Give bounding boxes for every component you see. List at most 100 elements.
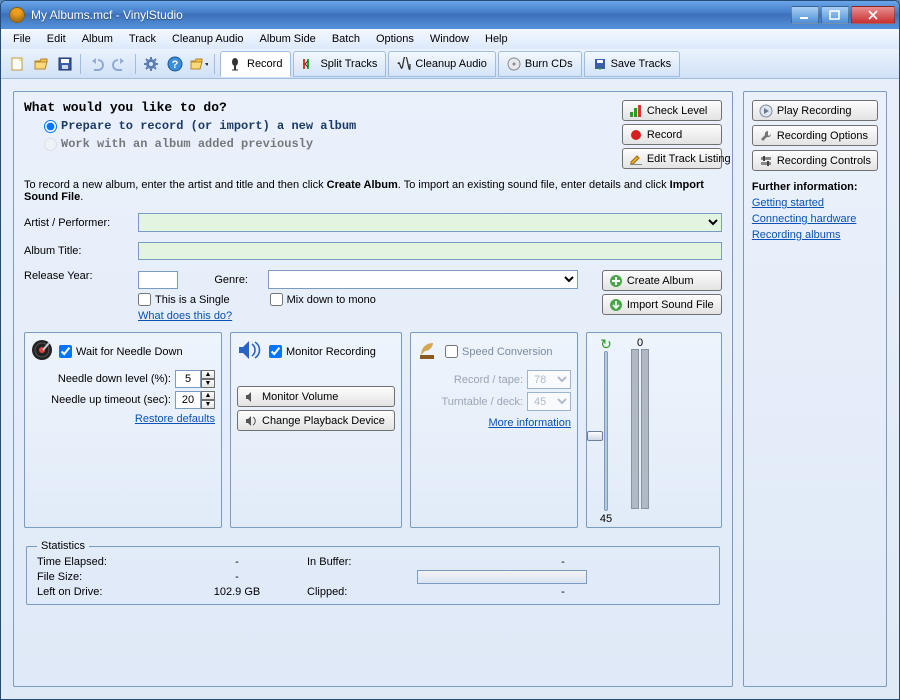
release-year-input[interactable]	[138, 271, 178, 289]
settings-icon[interactable]	[141, 54, 161, 74]
monitor-recording-row[interactable]: Monitor Recording	[269, 345, 376, 358]
in-buffer-label: In Buffer:	[307, 556, 417, 568]
genre-select[interactable]	[268, 270, 578, 289]
menu-help[interactable]: Help	[477, 31, 516, 47]
gramophone-icon	[417, 339, 439, 364]
connecting-hardware-link[interactable]: Connecting hardware	[752, 213, 878, 225]
volume-icon	[244, 390, 258, 404]
menu-window[interactable]: Window	[422, 31, 477, 47]
release-year-label: Release Year:	[24, 270, 134, 282]
speed-conversion-checkbox[interactable]	[445, 345, 458, 358]
artist-input[interactable]	[138, 213, 722, 232]
folder-dropdown-icon[interactable]	[189, 54, 209, 74]
needle-down-spinner[interactable]: ▲▼	[175, 370, 215, 388]
wrench-icon	[759, 129, 773, 143]
needle-up-spinner[interactable]: ▲▼	[175, 391, 215, 409]
recording-albums-link[interactable]: Recording albums	[752, 229, 878, 241]
save-icon[interactable]	[55, 54, 75, 74]
needle-down-label: Needle down level (%):	[58, 373, 171, 385]
new-icon[interactable]	[7, 54, 27, 74]
speed-conversion-row[interactable]: Speed Conversion	[445, 345, 553, 358]
left-on-drive-label: Left on Drive:	[37, 586, 167, 598]
tab-burn-cds[interactable]: Burn CDs	[498, 51, 582, 77]
statistics-panel: Statistics Time Elapsed: - In Buffer: - …	[26, 540, 720, 605]
menu-track[interactable]: Track	[121, 31, 164, 47]
menu-edit[interactable]: Edit	[39, 31, 74, 47]
turntable-deck-label: Turntable / deck:	[441, 396, 523, 408]
check-level-button[interactable]: Check Level	[622, 100, 722, 121]
menu-cleanup-audio[interactable]: Cleanup Audio	[164, 31, 252, 47]
genre-label: Genre:	[198, 274, 248, 286]
split-icon	[302, 57, 316, 71]
buffer-meter	[417, 570, 587, 584]
play-recording-button[interactable]: Play Recording	[752, 100, 878, 121]
radio-prepare-label: Prepare to record (or import) a new albu…	[61, 119, 356, 133]
mono-checkbox[interactable]	[270, 293, 283, 306]
menu-file[interactable]: File	[5, 31, 39, 47]
open-icon[interactable]	[31, 54, 51, 74]
level-slider[interactable]	[591, 351, 621, 511]
tab-split-tracks[interactable]: Split Tracks	[293, 51, 386, 77]
microphone-icon	[229, 57, 243, 71]
wait-needle-checkbox[interactable]	[59, 345, 72, 358]
record-tape-select: 78	[527, 370, 571, 389]
redo-icon[interactable]	[110, 54, 130, 74]
further-information-heading: Further information:	[752, 181, 858, 193]
help-icon[interactable]: ?	[165, 54, 185, 74]
undo-icon[interactable]	[86, 54, 106, 74]
tab-save-tracks[interactable]: Save Tracks	[584, 51, 681, 77]
radio-work-label: Work with an album added previously	[61, 137, 313, 151]
what-does-this-do-link[interactable]: What does this do?	[138, 310, 590, 322]
radio-prepare-new[interactable]	[44, 120, 57, 133]
import-sound-file-button[interactable]: Import Sound File	[602, 294, 722, 315]
instructions: To record a new album, enter the artist …	[24, 179, 722, 203]
album-title-label: Album Title:	[24, 245, 134, 257]
left-on-drive-value: 102.9 GB	[167, 586, 307, 598]
menu-options[interactable]: Options	[368, 31, 422, 47]
reset-icon[interactable]: ↻	[600, 337, 612, 351]
monitor-volume-button[interactable]: Monitor Volume	[237, 386, 395, 407]
needle-up-label: Needle up timeout (sec):	[51, 394, 171, 406]
tab-record[interactable]: Record	[220, 51, 291, 77]
side-panel: Play Recording Recording Options Recordi…	[743, 91, 887, 687]
restore-defaults-link[interactable]: Restore defaults	[135, 413, 215, 425]
recording-controls-button[interactable]: Recording Controls	[752, 150, 878, 171]
menu-batch[interactable]: Batch	[324, 31, 368, 47]
tab-cleanup-audio[interactable]: Cleanup Audio	[388, 51, 496, 77]
level-meters	[625, 349, 655, 509]
maximize-button[interactable]	[821, 6, 849, 24]
file-size-label: File Size:	[37, 571, 167, 583]
heading: What would you like to do?	[24, 100, 616, 115]
record-icon	[629, 128, 643, 142]
slider-bottom-label: 45	[600, 513, 612, 525]
more-information-link[interactable]: More information	[488, 417, 571, 429]
record-tape-label: Record / tape:	[454, 374, 523, 386]
turntable-deck-select: 45	[527, 392, 571, 411]
needle-panel: Wait for Needle Down Needle down level (…	[24, 332, 222, 528]
main-panel: What would you like to do? Prepare to re…	[13, 91, 733, 687]
edit-icon	[629, 152, 643, 166]
title-bar[interactable]: My Albums.mcf - VinylStudio	[1, 1, 899, 29]
record-button[interactable]: Record	[622, 124, 722, 145]
vinyl-icon	[31, 339, 53, 364]
create-album-button[interactable]: Create Album	[602, 270, 722, 291]
recording-options-button[interactable]: Recording Options	[752, 125, 878, 146]
minimize-button[interactable]	[791, 6, 819, 24]
edit-track-listing-button[interactable]: Edit Track Listing	[622, 148, 722, 169]
single-checkbox-row[interactable]: This is a Single	[138, 293, 230, 306]
menu-album-side[interactable]: Album Side	[252, 31, 324, 47]
close-button[interactable]	[851, 6, 895, 24]
speaker-icon	[237, 339, 263, 364]
wait-needle-checkbox-row[interactable]: Wait for Needle Down	[59, 345, 183, 358]
album-title-input[interactable]	[138, 242, 722, 260]
mono-checkbox-row[interactable]: Mix down to mono	[270, 293, 376, 306]
monitor-recording-checkbox[interactable]	[269, 345, 282, 358]
single-checkbox[interactable]	[138, 293, 151, 306]
slider-thumb[interactable]	[587, 431, 603, 441]
speed-panel: Speed Conversion Record / tape: 78 Turnt…	[410, 332, 578, 528]
change-playback-device-button[interactable]: Change Playback Device	[237, 410, 395, 431]
waveform-icon	[397, 57, 411, 71]
slider-top-label: 0	[637, 337, 643, 349]
getting-started-link[interactable]: Getting started	[752, 197, 878, 209]
menu-album[interactable]: Album	[74, 31, 121, 47]
